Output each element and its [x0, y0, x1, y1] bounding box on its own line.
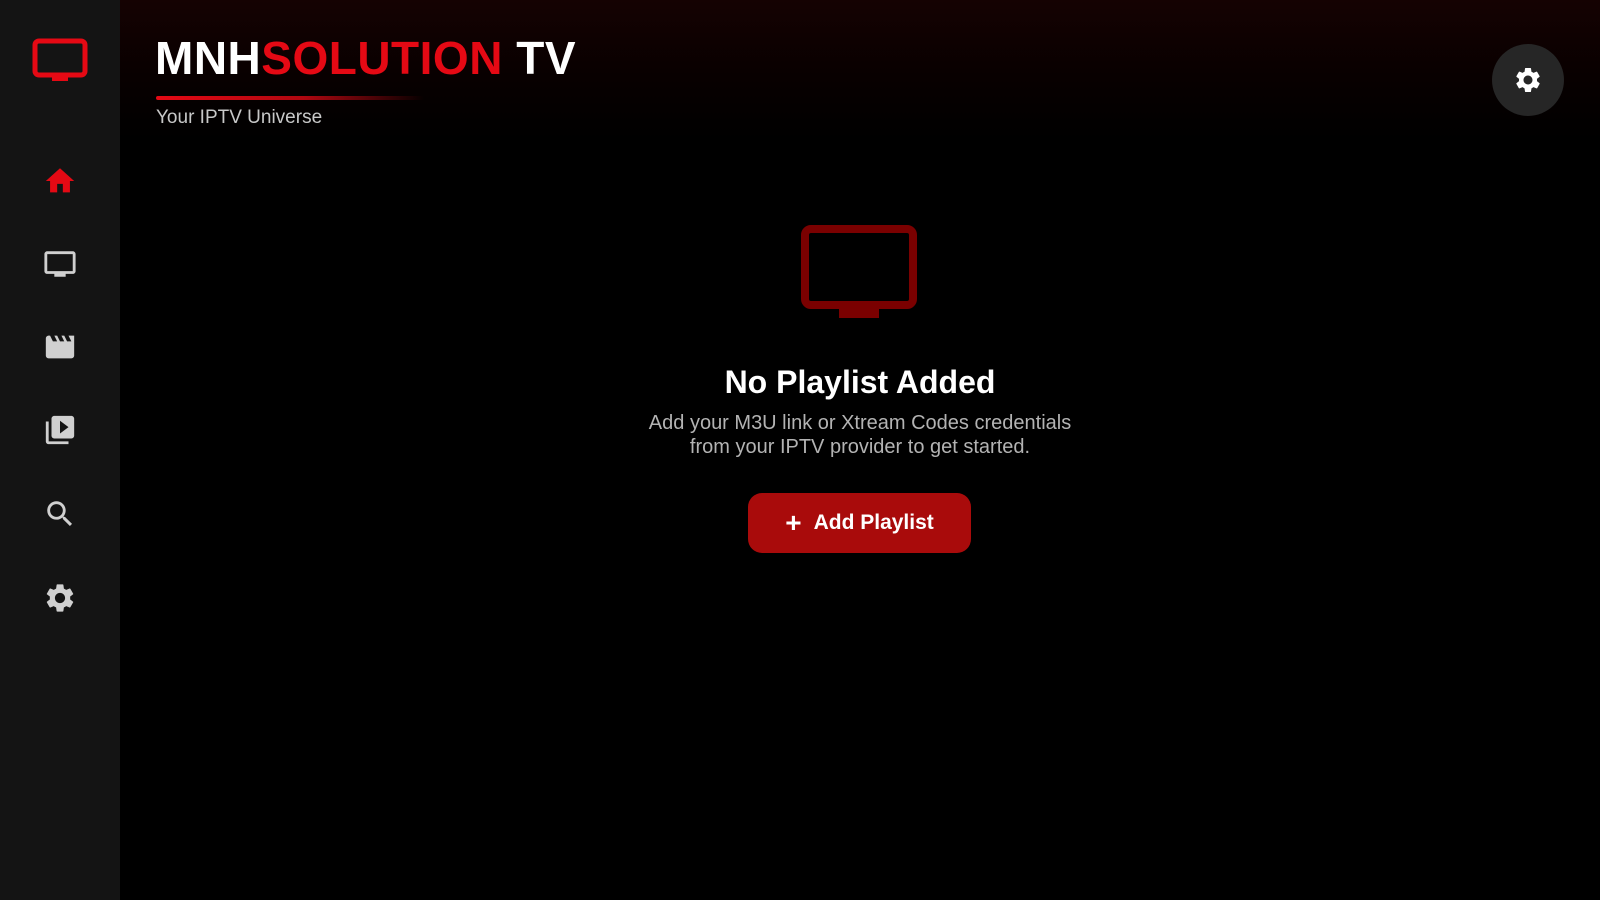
- settings-icon: [46, 584, 74, 612]
- empty-state-title: No Playlist Added: [724, 364, 996, 400]
- movie-icon: [45, 335, 75, 359]
- live-tv-icon: [44, 251, 76, 277]
- home-icon: [45, 168, 75, 193]
- description-line-1: Add your M3U link or Xtream Codes creden…: [648, 412, 1072, 434]
- title-underline: [156, 96, 424, 100]
- sidebar-item-movies[interactable]: [36, 323, 84, 371]
- description-line-2: from your IPTV provider to get started.: [689, 436, 1031, 458]
- brand-part-mnh: MNH: [155, 32, 262, 84]
- sidebar-item-live-tv[interactable]: [36, 240, 84, 288]
- sidebar-item-series[interactable]: [36, 406, 84, 454]
- add-playlist-label: Add Playlist: [813, 511, 934, 534]
- tv-logo-icon: [32, 38, 88, 86]
- sidebar: [0, 0, 120, 900]
- brand-part-tv: TV: [502, 32, 576, 84]
- search-icon: [47, 501, 73, 527]
- series-library-icon: [45, 415, 75, 445]
- sidebar-item-search[interactable]: [36, 490, 84, 538]
- plus-icon: +: [785, 507, 802, 538]
- empty-state: No Playlist Added Add your M3U link or X…: [120, 225, 1600, 459]
- sidebar-item-settings[interactable]: [36, 574, 84, 622]
- empty-state-description: Add your M3U link or Xtream Codes creden…: [120, 411, 1600, 459]
- app-tagline: Your IPTV Universe: [156, 107, 323, 128]
- brand-part-solution: SOLUTION: [261, 32, 503, 84]
- sidebar-item-home[interactable]: [36, 157, 84, 205]
- settings-button[interactable]: [1492, 44, 1564, 116]
- add-playlist-button[interactable]: + Add Playlist: [748, 493, 971, 553]
- app-title: MNHSOLUTION TV: [155, 32, 576, 84]
- tv-icon: [801, 225, 917, 318]
- app-root: MNHSOLUTION TV Your IPTV Universe No Pla…: [0, 0, 1600, 900]
- settings-icon: [1516, 67, 1540, 92]
